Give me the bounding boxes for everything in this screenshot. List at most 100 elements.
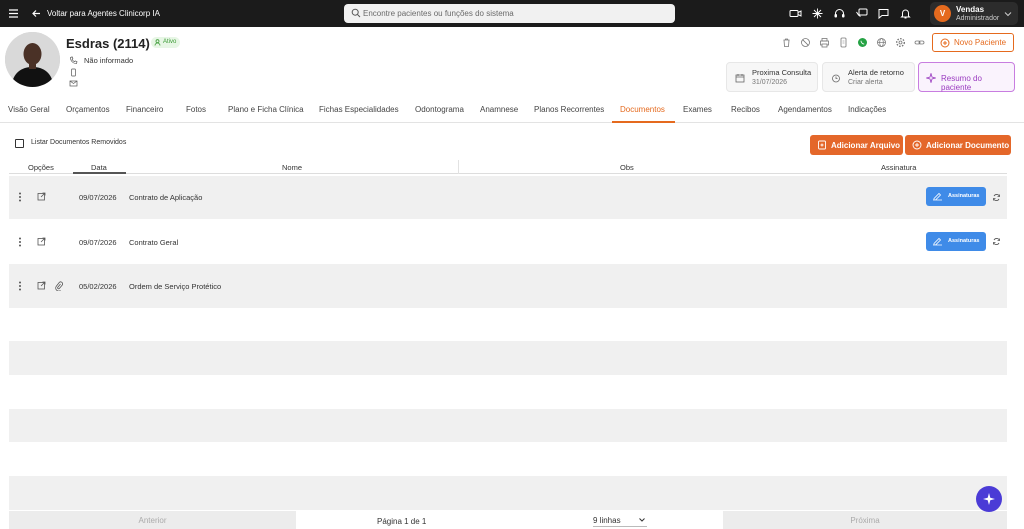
plus-circle-icon [940, 38, 950, 48]
more-vertical-icon[interactable] [18, 281, 22, 291]
whatsapp-icon[interactable] [857, 37, 868, 48]
new-patient-button[interactable]: Novo Paciente [932, 33, 1014, 52]
add-file-button[interactable]: Adicionar Arquivo [810, 135, 903, 155]
col-obs[interactable]: Obs [620, 163, 634, 172]
return-alert-card[interactable]: Alerta de retorno Criar alerta [822, 62, 915, 92]
block-icon[interactable] [800, 37, 811, 48]
empty-row [9, 442, 1007, 476]
arrow-left-icon[interactable] [31, 8, 42, 19]
tab-anamnese[interactable]: Anamnese [480, 105, 518, 114]
user-icon [154, 39, 161, 46]
mobile-device-icon[interactable] [838, 37, 849, 48]
plus-circle-icon [912, 140, 922, 150]
tab-recibos[interactable]: Recibos [731, 105, 760, 114]
open-external-icon[interactable] [37, 237, 46, 246]
status-badge: Ativo [151, 37, 181, 48]
row-date: 09/07/2026 [79, 238, 117, 247]
back-link[interactable]: Voltar para Agentes Clinicorp IA [47, 9, 160, 18]
chevron-down-icon [1004, 11, 1012, 17]
signature-pen-icon [933, 237, 942, 246]
table-header: Opções Data Nome Obs Assinatura [9, 160, 1007, 174]
show-removed-checkbox[interactable] [15, 139, 24, 148]
menu-icon[interactable] [8, 8, 19, 19]
attachment-icon[interactable] [55, 281, 63, 291]
top-bar: Voltar para Agentes Clinicorp IA V Venda… [0, 0, 1024, 27]
pagination-center: Página 1 de 1 9 linhas [296, 511, 723, 529]
row-name[interactable]: Contrato de Aplicação [129, 193, 202, 202]
tab-financeiro[interactable]: Financeiro [126, 105, 163, 114]
rows-per-page-select[interactable]: 9 linhas [593, 514, 647, 527]
signatures-button[interactable]: Assinaturas [926, 232, 986, 251]
tab-agendamentos[interactable]: Agendamentos [778, 105, 832, 114]
col-date[interactable]: Data [91, 163, 107, 172]
headset-icon[interactable] [833, 7, 846, 20]
search-bar[interactable] [344, 4, 675, 23]
print-icon[interactable] [819, 37, 830, 48]
tab-orcamentos[interactable]: Orçamentos [66, 105, 110, 114]
video-icon[interactable] [789, 7, 802, 20]
table-row[interactable]: 09/07/2026 Contrato Geral Assinaturas [9, 219, 1007, 264]
empty-row [9, 375, 1007, 409]
tab-documentos[interactable]: Documentos [620, 105, 665, 114]
status-label: Ativo [163, 39, 177, 45]
refresh-icon[interactable] [992, 193, 1001, 202]
previous-page-button[interactable]: Anterior [9, 511, 296, 529]
phone-row: Não informado [69, 56, 133, 65]
ai-assistant-button[interactable] [976, 486, 1002, 512]
sparkle-icon [926, 73, 936, 83]
next-appointment-card[interactable]: Proxima Consulta 31/07/2026 [726, 62, 818, 92]
settings-icon[interactable] [895, 37, 906, 48]
phone-icon [69, 56, 78, 65]
row-date: 09/07/2026 [79, 193, 117, 202]
return-alert-title: Alerta de retorno [848, 68, 904, 77]
next-appointment-date: 31/07/2026 [752, 79, 788, 86]
col-name[interactable]: Nome [282, 163, 302, 172]
alarm-icon [832, 74, 840, 83]
signature-pen-icon [933, 192, 942, 201]
tab-odontograma[interactable]: Odontograma [415, 105, 464, 114]
table-row[interactable]: 09/07/2026 Contrato de Aplicação Assinat… [9, 176, 1007, 219]
next-page-button[interactable]: Próxima [723, 511, 1007, 529]
column-divider [458, 160, 459, 174]
more-vertical-icon[interactable] [18, 237, 22, 247]
sparkle-icon[interactable] [811, 7, 824, 20]
more-vertical-icon[interactable] [18, 192, 22, 202]
mobile-row [69, 68, 78, 77]
user-menu[interactable]: V Vendas Administrador [930, 2, 1018, 25]
tab-planos-recorrentes[interactable]: Planos Recorrentes [534, 105, 604, 114]
show-removed-label[interactable]: Listar Documentos Removidos [31, 139, 126, 146]
globe-icon[interactable] [876, 37, 887, 48]
user-avatar: V [934, 5, 951, 22]
tab-fotos[interactable]: Fotos [186, 105, 206, 114]
search-input[interactable] [363, 7, 663, 20]
tab-fichas-especialidades[interactable]: Fichas Especialidades [319, 105, 399, 114]
row-date: 05/02/2026 [79, 282, 117, 291]
refresh-icon[interactable] [992, 237, 1001, 246]
open-external-icon[interactable] [37, 281, 46, 290]
signatures-button[interactable]: Assinaturas [926, 187, 986, 206]
tab-visao-geral[interactable]: Visão Geral [8, 105, 50, 114]
table-row[interactable]: 05/02/2026 Ordem de Serviço Protético [9, 264, 1007, 308]
empty-row [9, 308, 1007, 341]
tab-plano-ficha[interactable]: Plano e Ficha Clínica [228, 105, 304, 114]
message-icon[interactable] [877, 7, 890, 20]
link-icon[interactable] [914, 37, 925, 48]
tab-exames[interactable]: Exames [683, 105, 712, 114]
row-name[interactable]: Ordem de Serviço Protético [129, 282, 221, 291]
empty-row [9, 476, 1007, 510]
tab-indicacoes[interactable]: Indicações [848, 105, 886, 114]
patient-photo[interactable] [5, 32, 60, 87]
trash-icon[interactable] [781, 37, 792, 48]
chat-phone-icon[interactable] [855, 7, 868, 20]
open-external-icon[interactable] [37, 192, 46, 201]
row-name[interactable]: Contrato Geral [129, 238, 178, 247]
bell-icon[interactable] [899, 7, 912, 20]
chevron-down-icon [639, 518, 645, 522]
add-document-button[interactable]: Adicionar Documento [905, 135, 1011, 155]
col-signature[interactable]: Assinatura [881, 163, 916, 172]
sparkle-icon [983, 493, 995, 505]
patient-summary-button[interactable]: Resumo do paciente [918, 62, 1015, 92]
user-name: Vendas [956, 5, 985, 14]
phone-value: Não informado [84, 56, 134, 65]
empty-row [9, 409, 1007, 442]
